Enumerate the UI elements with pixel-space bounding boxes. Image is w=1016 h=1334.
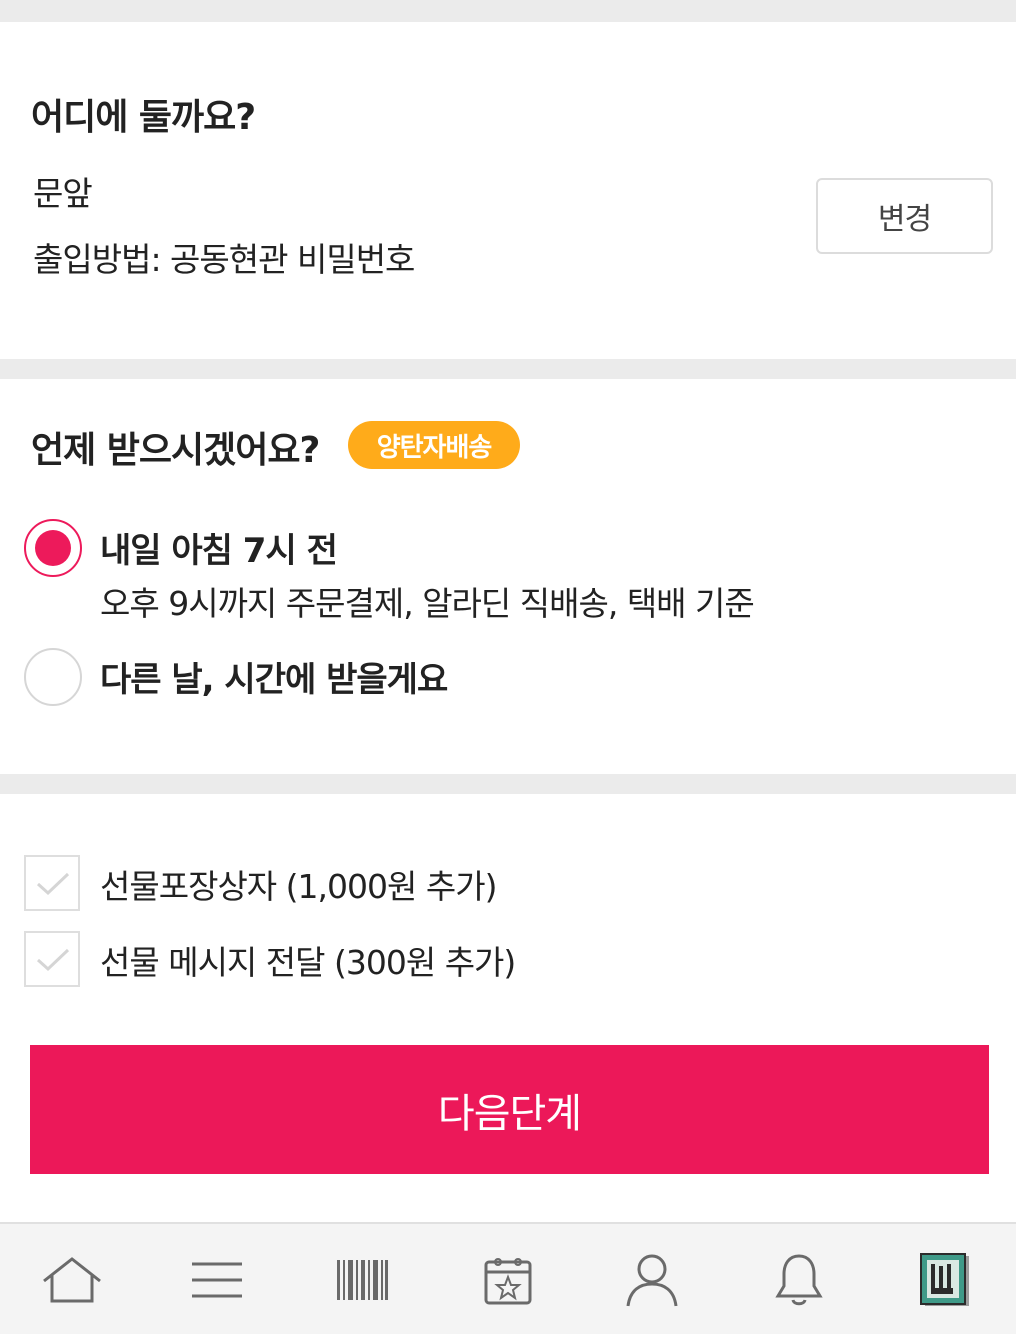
tab-profile[interactable]	[602, 1224, 702, 1334]
delivery-badge: 양탄자배송	[348, 421, 520, 469]
check-icon	[36, 948, 70, 972]
section-divider	[0, 0, 1016, 22]
location-heading: 어디에 둘까요?	[31, 97, 256, 138]
bottom-tab-bar	[0, 1222, 1016, 1334]
access-method: 출입방법: 공동현관 비밀번호	[33, 240, 415, 279]
gift-box-label[interactable]: 선물포장상자 (1,000원 추가)	[100, 860, 497, 908]
check-icon	[36, 872, 70, 896]
change-button[interactable]: 변경	[816, 178, 993, 254]
menu-icon	[192, 1262, 242, 1298]
bell-icon	[775, 1254, 823, 1306]
home-icon	[43, 1257, 101, 1303]
tab-calendar[interactable]	[458, 1224, 558, 1334]
gift-message-checkbox[interactable]	[24, 931, 80, 987]
tab-menu[interactable]	[167, 1224, 267, 1334]
option-tomorrow-label[interactable]: 내일 아침 7시 전	[100, 523, 338, 572]
gift-box-checkbox[interactable]	[24, 855, 80, 911]
book-cover-icon	[920, 1253, 969, 1306]
tab-home[interactable]	[22, 1224, 122, 1334]
section-divider	[0, 359, 1016, 379]
section-divider	[0, 774, 1016, 794]
option-other-day-label[interactable]: 다른 날, 시간에 받을게요	[100, 652, 448, 701]
delivery-place: 문앞	[33, 174, 93, 213]
tab-notifications[interactable]	[749, 1224, 849, 1334]
gift-message-label[interactable]: 선물 메시지 전달 (300원 추가)	[100, 936, 516, 984]
profile-icon	[626, 1254, 678, 1307]
option-tomorrow-sub: 오후 9시까지 주문결제, 알라딘 직배송, 택배 기준	[100, 584, 755, 623]
next-step-button[interactable]: 다음단계	[30, 1045, 989, 1174]
radio-tomorrow-morning[interactable]	[24, 519, 82, 577]
calendar-star-icon	[484, 1258, 532, 1305]
radio-other-day[interactable]	[24, 648, 82, 706]
tab-book[interactable]	[895, 1224, 995, 1334]
tab-barcode[interactable]	[312, 1224, 412, 1334]
delivery-time-heading: 언제 받으시겠어요?	[31, 430, 320, 471]
barcode-icon	[337, 1260, 388, 1300]
